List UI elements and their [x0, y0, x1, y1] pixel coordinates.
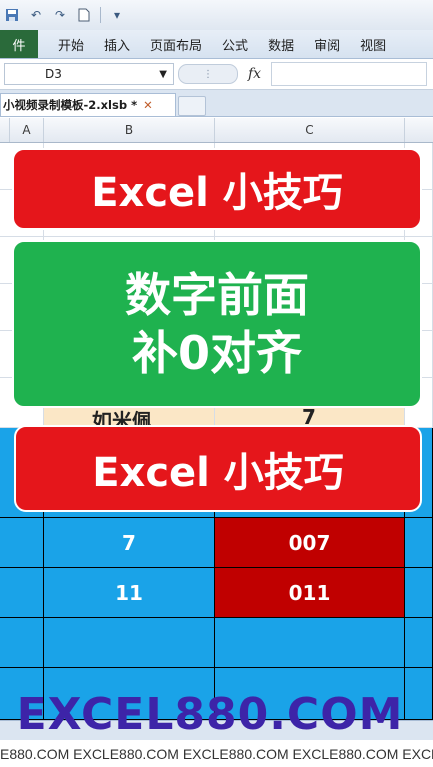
name-box[interactable]: D3 ▼ [4, 63, 174, 85]
formula-bar: D3 ▼ ⋮ fx [0, 59, 433, 90]
cell[interactable] [215, 618, 405, 668]
tab-data[interactable]: 数据 [268, 30, 294, 58]
title-banner-text: Excel 小技巧 [92, 449, 344, 496]
column-header-c[interactable]: C [215, 118, 405, 142]
toolbar-divider [100, 7, 101, 23]
cell[interactable] [44, 618, 215, 668]
cell-value-padded[interactable]: 011 [215, 568, 405, 618]
redo-icon[interactable]: ↷ [52, 7, 68, 23]
column-headers: A B C [0, 118, 433, 143]
customize-toolbar-icon[interactable]: ▾ [109, 7, 125, 23]
topic-banner: 数字前面 补0对齐 [12, 240, 422, 408]
workbook-tab[interactable]: 小视频录制模板-2.xlsb * ✕ [0, 93, 176, 116]
select-all-corner[interactable] [0, 118, 10, 142]
close-icon[interactable]: ✕ [143, 98, 153, 112]
title-banner-middle: Excel 小技巧 [14, 425, 422, 512]
bottom-watermark-strip: E880.COM EXCLE880.COM EXCLE880.COM EXCLE… [0, 740, 433, 767]
cell-value-original[interactable]: 7 [44, 518, 215, 568]
topic-line-1: 数字前面 [125, 268, 309, 322]
ribbon-tabs: 件 开始 插入 页面布局 公式 数据 审阅 视图 [0, 30, 433, 59]
tab-file[interactable]: 件 [0, 30, 38, 58]
cell-value-padded[interactable]: 007 [215, 518, 405, 568]
tab-home[interactable]: 开始 [58, 30, 84, 58]
tab-insert[interactable]: 插入 [104, 30, 130, 58]
cell[interactable] [0, 568, 44, 618]
column-header-a[interactable]: A [10, 118, 44, 142]
title-banner-top: Excel 小技巧 [12, 148, 422, 230]
excel-window: ↶ ↷ ▾ 件 开始 插入 页面布局 公式 数据 审阅 视图 D3 ▼ ⋮ fx… [0, 0, 433, 767]
undo-icon[interactable]: ↶ [28, 7, 44, 23]
table-row [0, 618, 433, 668]
cell[interactable] [0, 618, 44, 668]
formula-bar-resize-handle[interactable]: ⋮ [178, 64, 238, 84]
topic-line-2: 补0对齐 [131, 326, 302, 380]
name-box-value: D3 [45, 67, 62, 81]
tab-page-layout[interactable]: 页面布局 [150, 30, 202, 58]
quick-access-toolbar: ↶ ↷ ▾ [0, 0, 433, 30]
cell[interactable] [405, 518, 433, 568]
tab-view[interactable]: 视图 [360, 30, 386, 58]
column-header-d[interactable] [405, 118, 433, 142]
save-icon[interactable] [4, 7, 20, 23]
cell[interactable] [405, 618, 433, 668]
new-tab-button[interactable] [178, 96, 206, 116]
chevron-down-icon[interactable]: ▼ [159, 69, 167, 80]
cell-value-original[interactable]: 11 [44, 568, 215, 618]
title-banner-text: Excel 小技巧 [91, 170, 343, 216]
workbook-tab-label: 小视频录制模板-2.xlsb * [3, 98, 138, 112]
table-row: 7 007 [0, 518, 433, 568]
tab-formulas[interactable]: 公式 [222, 30, 248, 58]
insert-function-icon[interactable]: fx [248, 66, 261, 82]
table-row: 11 011 [0, 568, 433, 618]
cell[interactable] [0, 518, 44, 568]
tab-review[interactable]: 审阅 [314, 30, 340, 58]
watermark: EXCEL880.COM [16, 688, 404, 740]
new-document-icon[interactable] [76, 7, 92, 23]
formula-input[interactable] [271, 62, 427, 86]
column-header-b[interactable]: B [44, 118, 215, 142]
cell[interactable] [405, 568, 433, 618]
workbook-tabs: 小视频录制模板-2.xlsb * ✕ [0, 90, 433, 117]
